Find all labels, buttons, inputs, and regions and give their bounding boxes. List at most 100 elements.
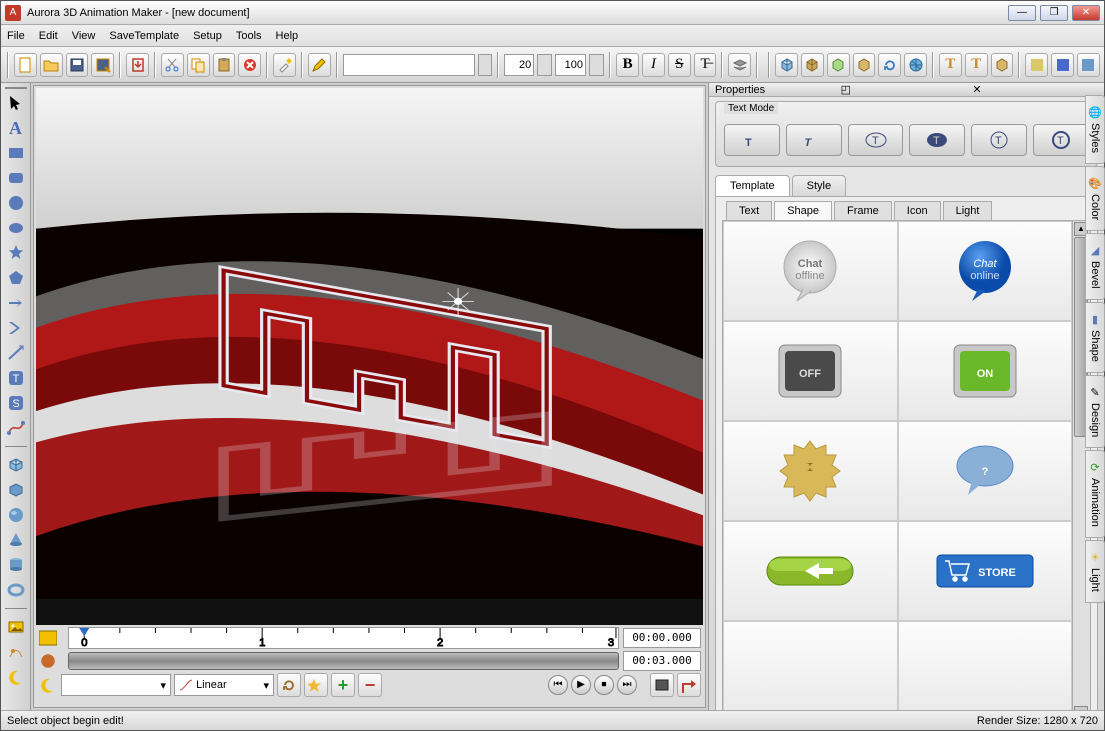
- shape-off-button[interactable]: OFF: [723, 321, 898, 421]
- textmode-3[interactable]: T: [848, 124, 904, 156]
- 3d-box2-button[interactable]: [991, 53, 1014, 77]
- text-t1-button[interactable]: T: [939, 53, 962, 77]
- export-arrow-button[interactable]: [677, 673, 701, 697]
- sidetab-design[interactable]: ✎Design: [1085, 375, 1104, 448]
- text-a-tool[interactable]: A: [5, 117, 27, 139]
- 3d-cone-tool[interactable]: [5, 529, 27, 551]
- curve-tool[interactable]: [5, 417, 27, 439]
- 3d-box-button[interactable]: [853, 53, 876, 77]
- svg-edit-tool[interactable]: [5, 641, 27, 663]
- text-effect-button[interactable]: T̶: [694, 53, 717, 77]
- fontsize-spinner[interactable]: [537, 54, 552, 76]
- 3d-sphere-tool[interactable]: [5, 504, 27, 526]
- eyedropper-button[interactable]: [273, 53, 296, 77]
- 3d-cube3-button[interactable]: [827, 53, 850, 77]
- globe-button[interactable]: [904, 53, 927, 77]
- menu-savetemplate[interactable]: SaveTemplate: [109, 30, 179, 42]
- textmode-6[interactable]: T: [1033, 124, 1089, 156]
- timeline-ruler[interactable]: 0 1 2 3: [68, 627, 619, 649]
- textmode-1[interactable]: T: [724, 124, 780, 156]
- arrow-tool[interactable]: [5, 292, 27, 314]
- menu-help[interactable]: Help: [276, 30, 299, 42]
- new-button[interactable]: [14, 53, 37, 77]
- save-as-button[interactable]: [91, 53, 114, 77]
- textmode-2[interactable]: T: [786, 124, 842, 156]
- pencil-button[interactable]: [308, 53, 331, 77]
- play-button[interactable]: ▶: [571, 675, 591, 695]
- shape-store[interactable]: STORE: [898, 521, 1073, 621]
- object-combo[interactable]: ▾: [61, 674, 171, 696]
- color3-button[interactable]: [1077, 53, 1100, 77]
- font-combo[interactable]: [343, 54, 476, 76]
- open-button[interactable]: [40, 53, 63, 77]
- stop-button[interactable]: ⏹: [594, 675, 614, 695]
- tab-template[interactable]: Template: [715, 175, 790, 196]
- last-button[interactable]: ⏭: [617, 675, 637, 695]
- sidetab-animation[interactable]: ⟳Animation: [1085, 450, 1104, 538]
- menu-setup[interactable]: Setup: [193, 30, 222, 42]
- circle-tool[interactable]: [5, 192, 27, 214]
- 3d-roundcube-tool[interactable]: [5, 479, 27, 501]
- sidetab-shape[interactable]: ▮Shape: [1085, 302, 1104, 373]
- remove-button[interactable]: −: [358, 673, 382, 697]
- 3d-torus-tool[interactable]: [5, 579, 27, 601]
- minimize-button[interactable]: —: [1008, 5, 1036, 21]
- menu-tools[interactable]: Tools: [236, 30, 262, 42]
- maximize-button[interactable]: ❐: [1040, 5, 1068, 21]
- star-tool[interactable]: [5, 242, 27, 264]
- shape-seal[interactable]: [723, 421, 898, 521]
- chevron-tool[interactable]: [5, 317, 27, 339]
- select-tool[interactable]: [5, 92, 27, 114]
- fontsize-box[interactable]: 20: [504, 54, 535, 76]
- ellipse-tool[interactable]: [5, 217, 27, 239]
- subtab-shape[interactable]: Shape: [774, 201, 832, 220]
- text-s-tool[interactable]: S: [5, 392, 27, 414]
- refresh-button[interactable]: [878, 53, 901, 77]
- menu-view[interactable]: View: [72, 30, 96, 42]
- canvas[interactable]: [36, 88, 703, 625]
- timeline-ball-icon[interactable]: [38, 653, 58, 669]
- shape-question[interactable]: ?: [898, 421, 1073, 521]
- window-button[interactable]: [650, 673, 674, 697]
- color1-button[interactable]: [1025, 53, 1048, 77]
- shape-chat-offline[interactable]: Chatoffline: [723, 221, 898, 321]
- shape-empty2[interactable]: [898, 621, 1073, 710]
- italic-button[interactable]: I: [642, 53, 665, 77]
- color2-button[interactable]: [1051, 53, 1074, 77]
- shape-on-button[interactable]: ON: [898, 321, 1073, 421]
- total-time[interactable]: 00:03.000: [623, 651, 701, 671]
- sidetab-styles[interactable]: 🌐Styles: [1085, 95, 1104, 164]
- timeline-track[interactable]: [68, 652, 619, 670]
- sidetab-color[interactable]: 🎨Color: [1085, 166, 1104, 231]
- 3d-cube-tool[interactable]: [5, 454, 27, 476]
- 3d-cylinder-tool[interactable]: [5, 554, 27, 576]
- rect-tool[interactable]: [5, 142, 27, 164]
- roundrect-tool[interactable]: [5, 167, 27, 189]
- strikethrough-button[interactable]: S: [668, 53, 691, 77]
- 3d-cube2-button[interactable]: [801, 53, 824, 77]
- shape-empty1[interactable]: [723, 621, 898, 710]
- timeline-image-icon[interactable]: [38, 630, 58, 646]
- paste-button[interactable]: [213, 53, 236, 77]
- tab-style[interactable]: Style: [792, 175, 846, 196]
- shape-chat-online[interactable]: Chatonline: [898, 221, 1073, 321]
- textmode-5[interactable]: T: [971, 124, 1027, 156]
- export-button[interactable]: [126, 53, 149, 77]
- close-panel-button[interactable]: ✕: [972, 83, 1098, 96]
- bold-button[interactable]: B: [616, 53, 639, 77]
- menu-edit[interactable]: Edit: [39, 30, 58, 42]
- text-t-tool[interactable]: T: [5, 367, 27, 389]
- moon-icon[interactable]: [38, 675, 58, 695]
- fx-button[interactable]: [304, 673, 328, 697]
- shape-back-pill[interactable]: [723, 521, 898, 621]
- height-spinner[interactable]: [589, 54, 604, 76]
- textmode-4[interactable]: T: [909, 124, 965, 156]
- close-button[interactable]: ✕: [1072, 5, 1100, 21]
- moon-tool[interactable]: [5, 666, 27, 688]
- copy-button[interactable]: [187, 53, 210, 77]
- subtab-icon[interactable]: Icon: [894, 201, 941, 220]
- font-dropdown-button[interactable]: [478, 54, 491, 76]
- reload-button[interactable]: [277, 673, 301, 697]
- image-tool[interactable]: [5, 616, 27, 638]
- layers-button[interactable]: [728, 53, 751, 77]
